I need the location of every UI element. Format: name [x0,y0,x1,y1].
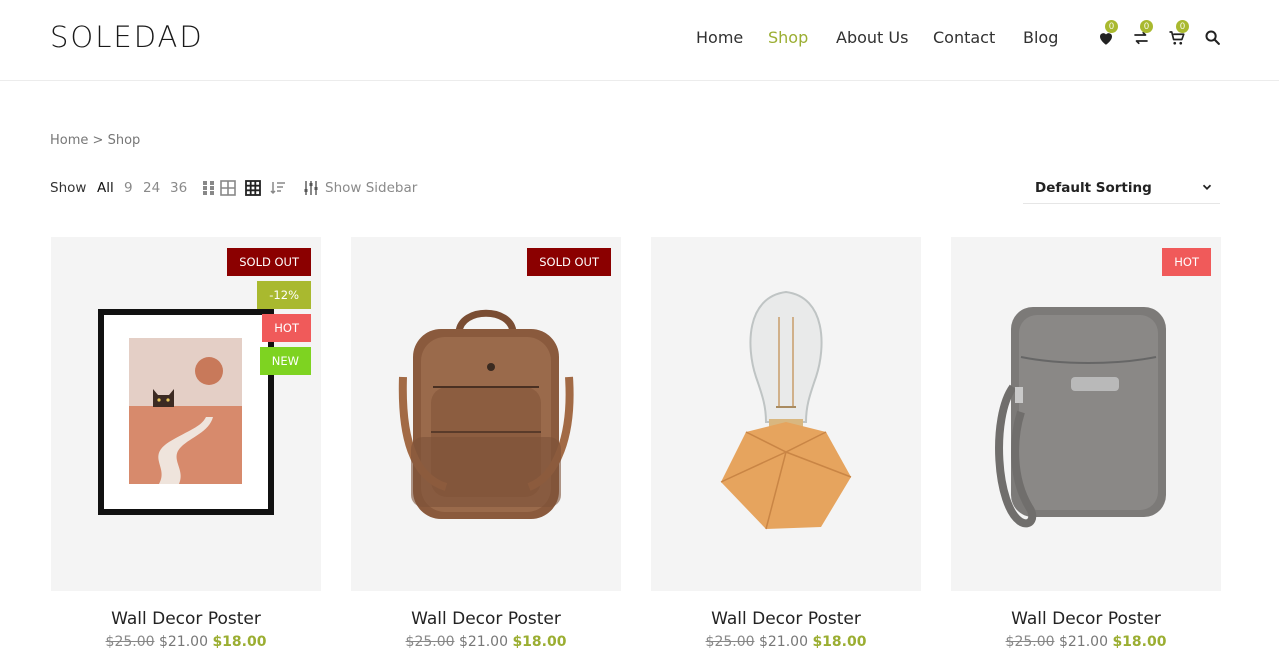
per-page-all[interactable]: All [97,180,114,196]
new-badge: NEW [259,347,311,375]
sort-select[interactable]: Default Sorting [1023,171,1220,204]
product-title[interactable]: Wall Decor Poster [51,609,321,629]
product-image-area[interactable] [651,237,921,591]
nav-item-home[interactable]: Home [696,28,743,47]
price-regular: $21.00 [1058,634,1108,650]
grid-2-col-icon[interactable] [201,180,217,196]
breadcrumb-current: Shop [107,133,141,148]
price-old: $25.00 [705,634,755,650]
brown-leather-backpack-image [398,309,574,519]
cart-count-badge: 0 [1176,20,1189,33]
price-regular: $21.00 [158,634,208,650]
wooden-bulb-lamp-image [720,290,852,530]
product-title[interactable]: Wall Decor Poster [651,609,921,629]
wishlist-count-badge: 0 [1105,20,1118,33]
compare-button[interactable]: 0 [1132,20,1153,47]
sold-out-badge: SOLD OUT [227,248,311,276]
site-header: SOLEDAD Home Shop About Us Contact Blog … [0,0,1279,81]
show-sidebar-toggle[interactable]: Show Sidebar [325,180,417,196]
nav-item-contact[interactable]: Contact [933,28,995,47]
cart-button[interactable]: 0 [1168,20,1189,47]
show-label: Show [50,180,87,196]
per-page-9[interactable]: 9 [124,180,133,196]
breadcrumb: Home > Shop [50,133,140,148]
product-card[interactable]: SOLD OUT -12% HOT NEW Wall Decor Poster … [51,237,321,650]
nav-item-shop[interactable]: Shop [768,28,808,47]
list-sort-icon[interactable] [270,180,286,196]
product-image-area[interactable]: SOLD OUT [351,237,621,591]
per-page-36[interactable]: 36 [170,180,187,196]
hot-badge: HOT [1162,248,1211,276]
price-sale: $18.00 [812,634,867,650]
price-old: $25.00 [405,634,455,650]
product-title[interactable]: Wall Decor Poster [351,609,621,629]
grid-2x2-icon[interactable] [220,180,236,196]
grey-crossbody-bag-image [995,307,1166,528]
breadcrumb-separator: > [92,133,104,148]
sort-selected-value: Default Sorting [1035,180,1152,196]
product-card[interactable]: HOT Wall Decor Poster $25.00 $21.00 $18.… [951,237,1221,650]
wishlist-button[interactable]: 0 [1097,20,1118,47]
chevron-down-icon [1202,184,1212,190]
sold-out-badge: SOLD OUT [527,248,611,276]
sliders-icon[interactable] [303,180,319,196]
product-title[interactable]: Wall Decor Poster [951,609,1221,629]
product-card[interactable]: SOLD OUT Wall Decor Poster $25.00 $21.00… [351,237,621,650]
price-regular: $21.00 [758,634,808,650]
search-icon [1205,30,1220,45]
hot-badge: HOT [262,314,311,342]
price-sale: $18.00 [512,634,567,650]
price-old: $25.00 [105,634,155,650]
nav-item-about-us[interactable]: About Us [836,28,908,47]
product-price: $25.00 $21.00 $18.00 [951,634,1221,650]
site-logo[interactable]: SOLEDAD [50,20,204,54]
price-sale: $18.00 [1112,634,1167,650]
product-price: $25.00 $21.00 $18.00 [351,634,621,650]
grid-3x3-icon[interactable] [245,180,261,196]
breadcrumb-home[interactable]: Home [50,133,88,148]
product-price: $25.00 $21.00 $18.00 [651,634,921,650]
per-page-24[interactable]: 24 [143,180,160,196]
nav-item-blog[interactable]: Blog [1023,28,1058,47]
product-card[interactable]: Wall Decor Poster $25.00 $21.00 $18.00 [651,237,921,650]
product-price: $25.00 $21.00 $18.00 [51,634,321,650]
discount-badge: -12% [257,281,311,309]
product-image-area[interactable]: SOLD OUT -12% HOT NEW [51,237,321,591]
price-regular: $21.00 [458,634,508,650]
compare-count-badge: 0 [1140,20,1153,33]
product-image-area[interactable]: HOT [951,237,1221,591]
price-old: $25.00 [1005,634,1055,650]
price-sale: $18.00 [212,634,267,650]
search-button[interactable] [1204,29,1222,47]
